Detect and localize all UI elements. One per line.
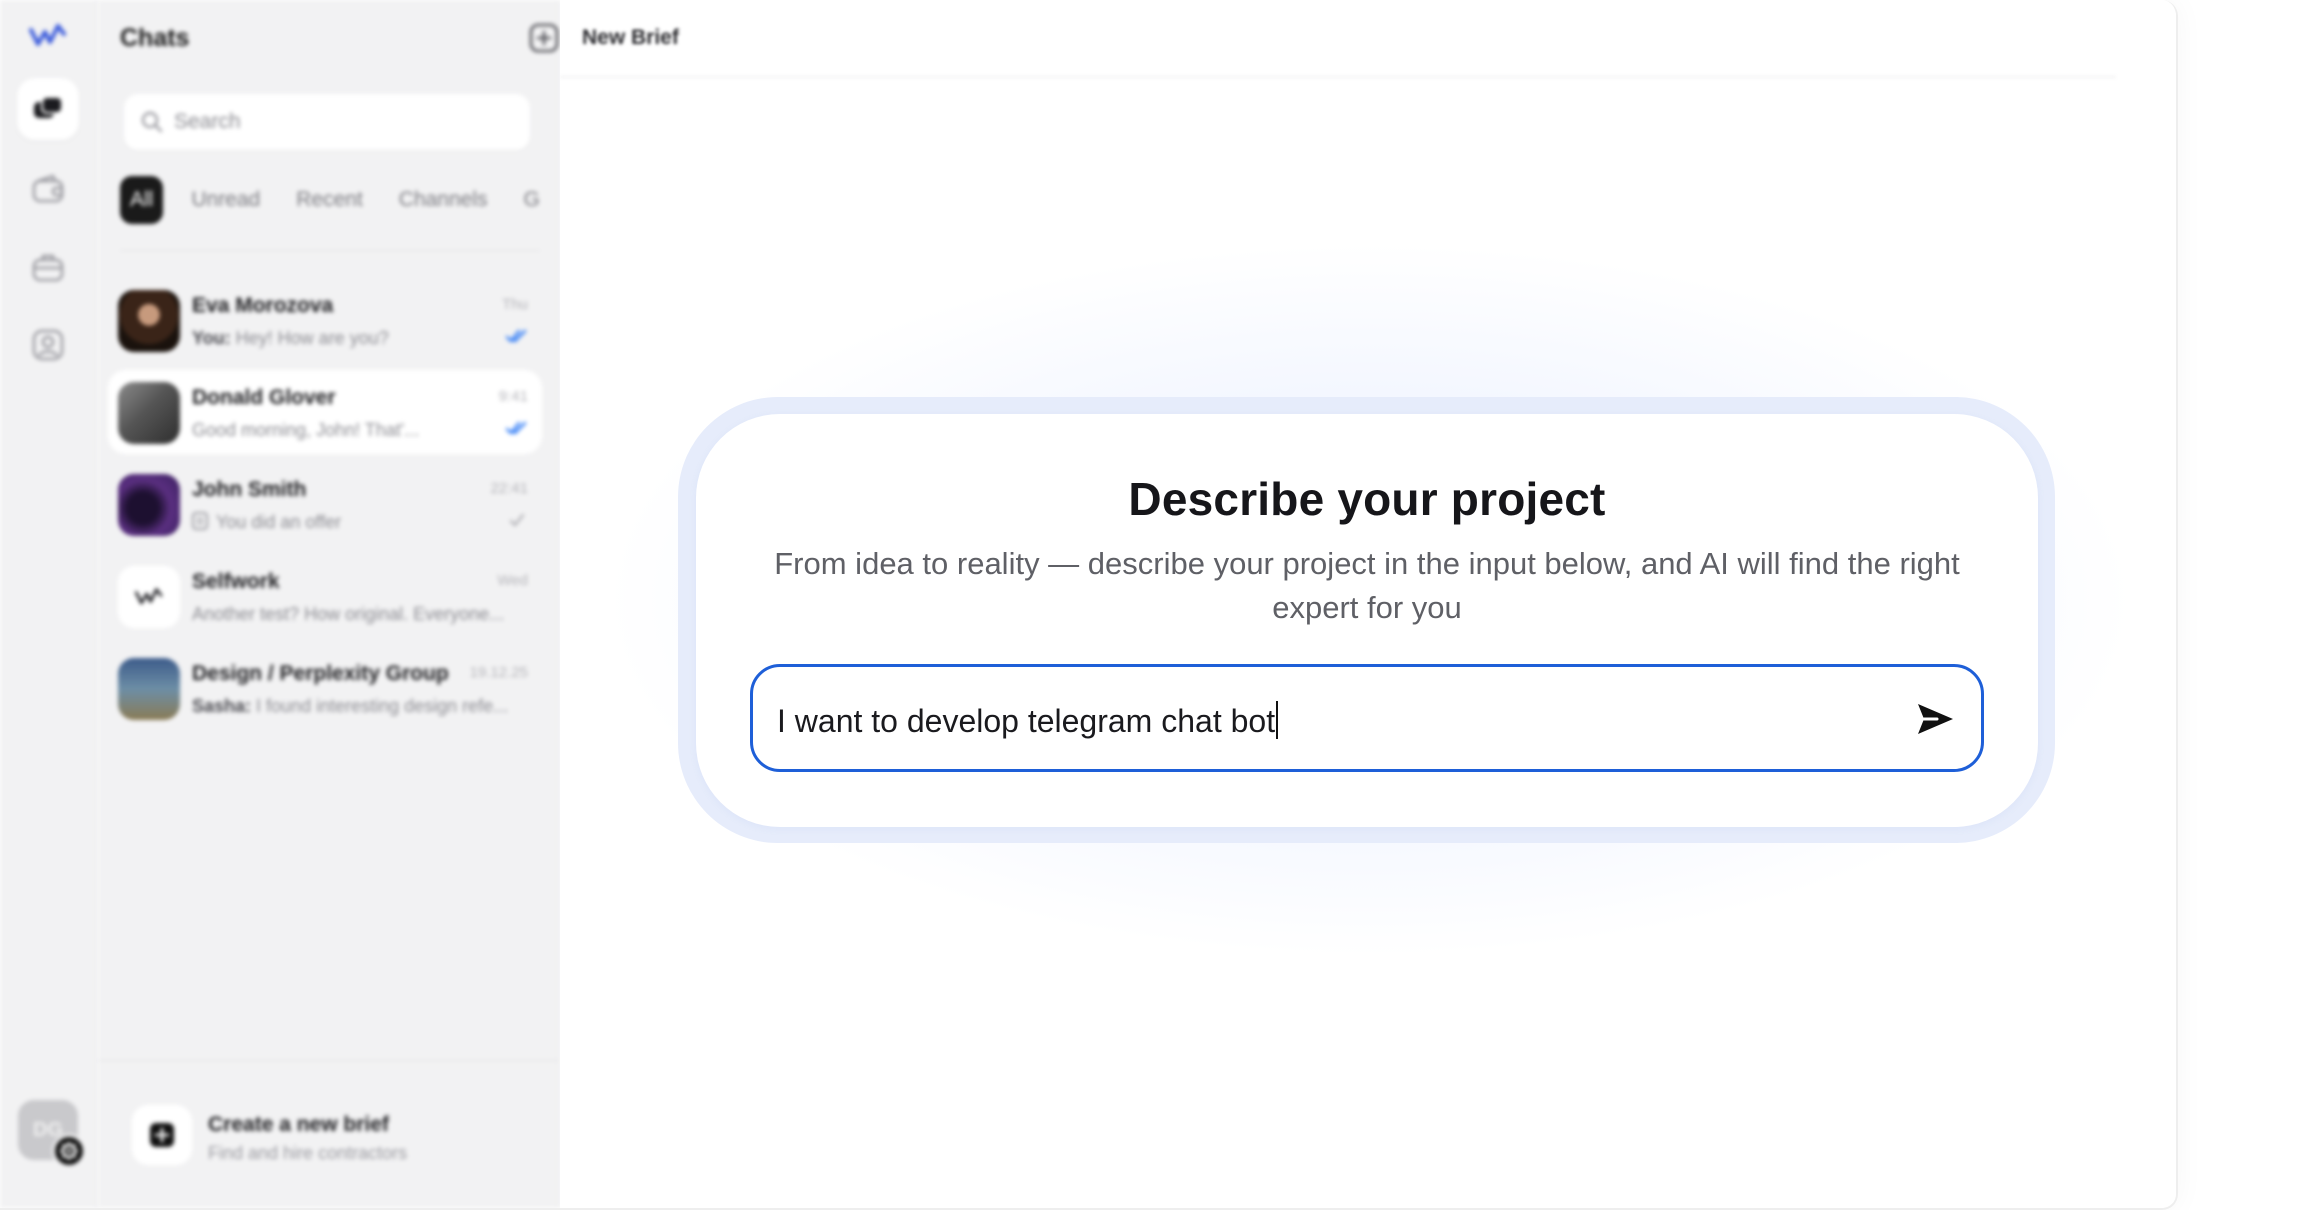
chat-sender: Sasha: bbox=[192, 696, 252, 716]
filter-tab-recent[interactable]: Recent bbox=[278, 176, 381, 224]
wallet-icon bbox=[32, 174, 64, 203]
describe-project-card: Describe your project From idea to reali… bbox=[696, 414, 2038, 827]
avatar bbox=[118, 474, 180, 536]
chats-icon bbox=[34, 96, 63, 118]
avatar bbox=[118, 566, 180, 628]
create-brief-title: Create a new brief bbox=[208, 1113, 389, 1136]
chat-preview: Sasha: I found interesting design refe..… bbox=[192, 696, 532, 717]
chat-preview: You did an offer bbox=[192, 512, 532, 533]
avatar bbox=[118, 658, 180, 720]
chat-list-item[interactable]: Selfwork Another test? How original. Eve… bbox=[108, 554, 542, 638]
chat-list-item[interactable]: Eva Morozova You: Hey! How are you? Thu bbox=[108, 278, 542, 362]
card-heading: Describe your project bbox=[1128, 473, 1606, 525]
settings-button[interactable] bbox=[52, 1134, 86, 1168]
app-window: DG Chats Search All Unread Recent Channe… bbox=[0, 0, 2178, 1210]
search-placeholder: Search bbox=[174, 110, 241, 133]
avatar bbox=[118, 382, 180, 444]
document-icon bbox=[192, 512, 208, 530]
filter-tab-more[interactable]: G bbox=[506, 176, 558, 224]
input-value[interactable]: I want to develop telegram chat bot bbox=[777, 701, 1279, 740]
avatar bbox=[118, 290, 180, 352]
chat-time: 9:41 bbox=[498, 388, 528, 405]
search-input[interactable]: Search bbox=[124, 94, 530, 150]
send-button[interactable] bbox=[1911, 695, 1959, 743]
rail-chats-button[interactable] bbox=[17, 78, 79, 140]
chat-time: 19.12.25 bbox=[469, 664, 528, 681]
chat-name: Donald Glover bbox=[192, 386, 336, 409]
chat-name: Design / Perplexity Group bbox=[192, 662, 449, 685]
chat-name: Selfwork bbox=[192, 570, 280, 593]
logo-icon[interactable] bbox=[28, 20, 68, 52]
chat-sender: You: bbox=[192, 328, 231, 348]
text-caret bbox=[1276, 701, 1279, 739]
filter-tab-all[interactable]: All bbox=[120, 176, 164, 224]
chat-list-item[interactable]: Donald Glover Good morning, John! That'.… bbox=[108, 370, 542, 454]
create-brief-icon-box bbox=[132, 1105, 192, 1165]
plus-square-icon bbox=[529, 23, 559, 53]
page-title: New Brief bbox=[582, 26, 679, 49]
new-chat-button[interactable] bbox=[526, 20, 562, 56]
chat-preview-text: I found interesting design refe... bbox=[251, 696, 509, 716]
chat-time: Wed bbox=[497, 572, 528, 589]
filter-tab-unread[interactable]: Unread bbox=[173, 176, 278, 224]
plus-square-icon bbox=[150, 1123, 174, 1147]
chat-preview: Another test? How original. Everyone... bbox=[192, 604, 532, 625]
check-icon bbox=[509, 513, 525, 527]
chat-time: 22:41 bbox=[490, 480, 528, 497]
input-value-text: I want to develop telegram chat bot bbox=[777, 703, 1276, 739]
send-icon bbox=[1918, 704, 1953, 734]
sidebar-title: Chats bbox=[120, 24, 190, 52]
chat-list-item[interactable]: John Smith You did an offer 22:41 bbox=[108, 462, 542, 546]
selfwork-logo-icon bbox=[134, 588, 163, 605]
sidebar-divider bbox=[120, 250, 540, 251]
chat-list-item[interactable]: Design / Perplexity Group Sasha: I found… bbox=[108, 646, 542, 730]
chat-preview: You: Hey! How are you? bbox=[192, 328, 532, 349]
main-header: New Brief bbox=[560, 0, 2116, 78]
double-check-icon bbox=[506, 421, 527, 435]
search-icon bbox=[141, 111, 163, 133]
filter-tab-channels[interactable]: Channels bbox=[381, 176, 506, 224]
rail-wallet-button[interactable] bbox=[17, 158, 79, 220]
chat-name: Eva Morozova bbox=[192, 294, 334, 317]
filter-tabs: All Unread Recent Channels G bbox=[120, 176, 560, 224]
icon-rail: DG bbox=[0, 0, 98, 1208]
gear-icon bbox=[60, 1142, 78, 1160]
briefcase-icon bbox=[32, 254, 64, 282]
chat-preview-text: Another test? How original. Everyone... bbox=[192, 604, 505, 624]
chat-preview-text: Good morning, John! That'... bbox=[192, 420, 420, 440]
chat-preview-text: Hey! How are you? bbox=[230, 328, 389, 348]
contacts-icon bbox=[32, 329, 64, 361]
chat-preview-text: You did an offer bbox=[216, 512, 342, 532]
rail-contacts-button[interactable] bbox=[17, 314, 79, 376]
rail-briefcase-button[interactable] bbox=[17, 236, 79, 298]
create-brief-button[interactable]: Create a new brief Find and hire contrac… bbox=[98, 1060, 560, 1208]
chats-sidebar: Chats Search All Unread Recent Channels … bbox=[98, 0, 621, 1208]
chat-time: Thu bbox=[502, 296, 528, 313]
chat-name: John Smith bbox=[192, 478, 307, 501]
double-check-icon bbox=[506, 329, 527, 343]
project-description-input[interactable]: I want to develop telegram chat bot bbox=[750, 664, 1984, 772]
create-brief-subtitle: Find and hire contractors bbox=[208, 1143, 408, 1163]
card-subheading: From idea to reality — describe your pro… bbox=[774, 546, 1960, 625]
chat-preview: Good morning, John! That'... bbox=[192, 420, 532, 441]
main-panel: New Brief Describe your project From ide… bbox=[560, 0, 2176, 1208]
